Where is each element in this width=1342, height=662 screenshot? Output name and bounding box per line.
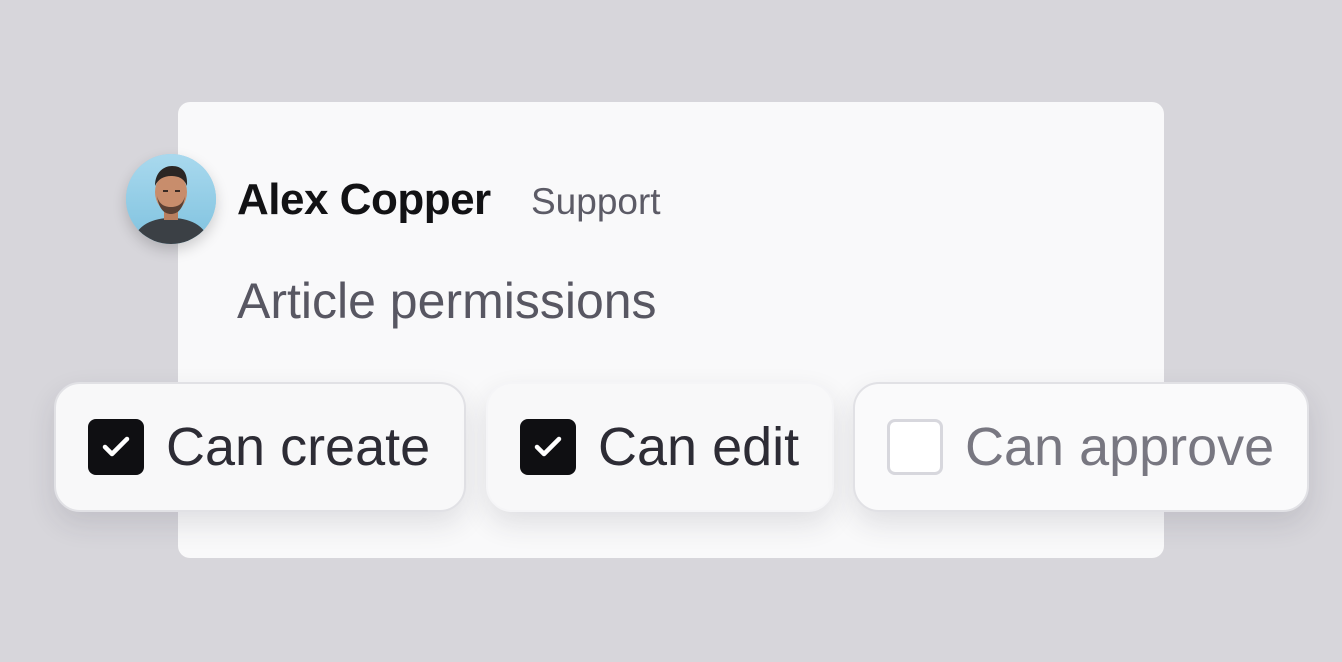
checkbox-unchecked[interactable] bbox=[887, 419, 943, 475]
check-icon bbox=[534, 436, 562, 457]
permission-label: Can create bbox=[166, 417, 431, 477]
permission-can-approve[interactable]: Can approve bbox=[853, 382, 1309, 512]
permission-can-edit[interactable]: Can edit bbox=[486, 382, 834, 512]
user-name: Alex Copper bbox=[237, 175, 491, 224]
permission-label: Can edit bbox=[598, 417, 800, 477]
checkbox-checked[interactable] bbox=[88, 419, 144, 475]
permission-label: Can approve bbox=[965, 417, 1275, 477]
permission-can-create[interactable]: Can create bbox=[54, 382, 466, 512]
user-avatar bbox=[126, 154, 216, 244]
user-role: Support bbox=[531, 181, 661, 222]
checkbox-checked[interactable] bbox=[520, 419, 576, 475]
check-icon bbox=[102, 436, 130, 457]
section-title: Article permissions bbox=[237, 273, 657, 329]
